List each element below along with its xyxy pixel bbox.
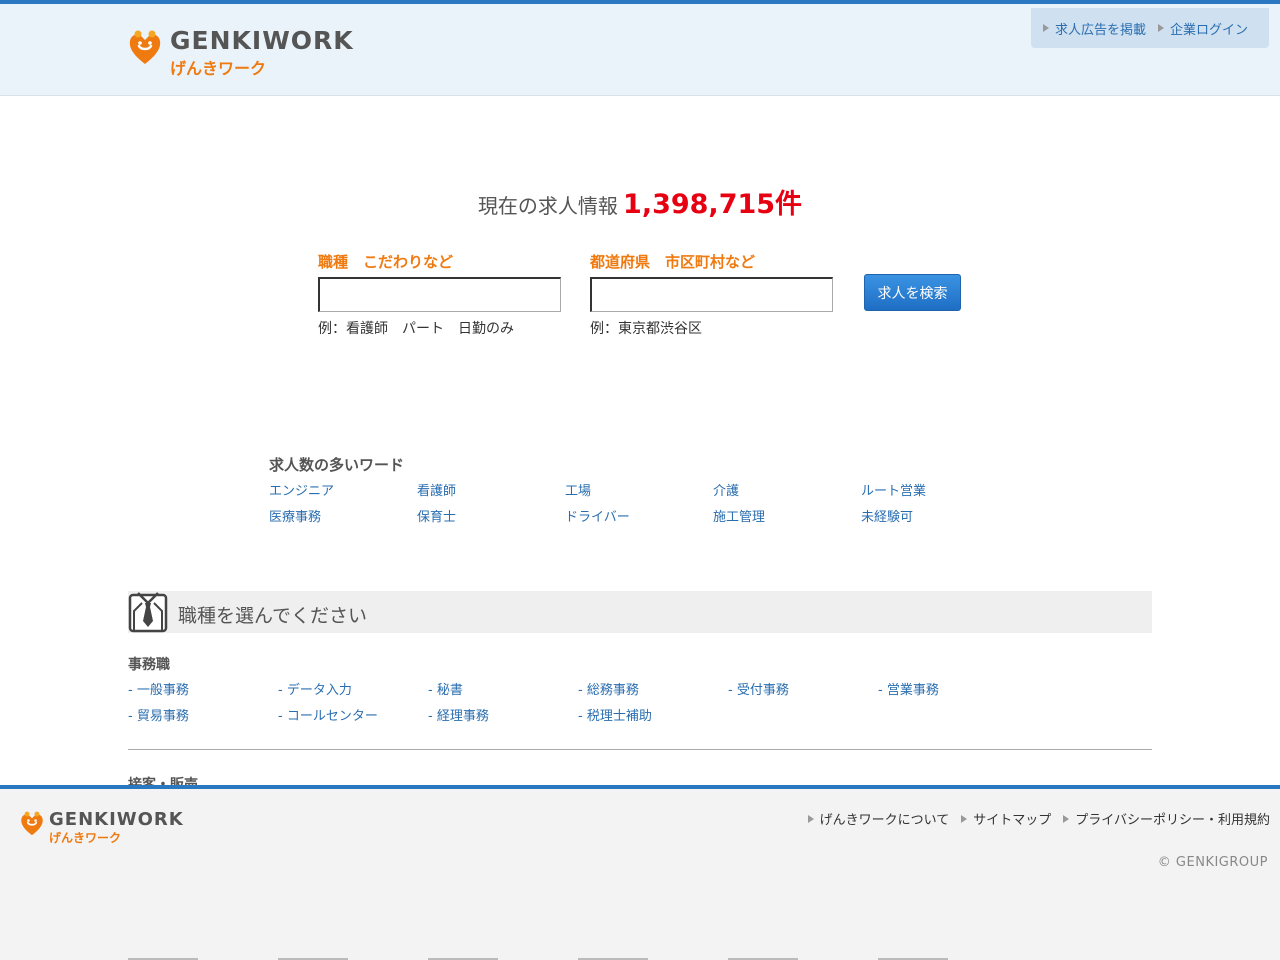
logo-text-en: GENKIWORK [170,26,354,55]
logo-heart-icon [129,30,161,64]
site-footer: GENKIWORK げんきワーク げんきワークについて サイトマップ プライバシ… [0,785,1280,960]
about-label: げんきワークについて [819,813,950,828]
header-links: 求人広告を掲載 企業ログイン [1031,8,1269,48]
copyright-text: © GENKIGROUP [1157,855,1268,870]
job-count-number: 1,398,715件 [623,189,803,220]
site-logo[interactable]: GENKIWORK げんきワーク [128,26,368,78]
section-divider [128,749,1152,750]
privacy-terms-link[interactable]: プライバシーポリシー・利用規約 [1063,809,1270,828]
obscured-content-row [128,954,1028,960]
about-link[interactable]: げんきワークについて [807,809,950,828]
job-type-link[interactable]: - 税理士補助 [578,708,728,726]
triangle-right-icon [1043,24,1049,32]
popular-word-link[interactable]: 医療事務 [269,509,417,527]
job-count-label: 現在の求人情報 [477,194,618,218]
popular-word-link[interactable]: 介護 [713,483,861,501]
job-type-link[interactable]: - 一般事務 [128,682,278,700]
job-keyword-input[interactable] [318,277,561,312]
privacy-terms-label: プライバシーポリシー・利用規約 [1075,813,1270,828]
triangle-right-icon [961,814,968,823]
post-job-ad-label: 求人広告を掲載 [1055,22,1147,38]
job-type-link[interactable]: - 貿易事務 [128,708,278,726]
location-field-hint: 例：東京都渋谷区 [590,321,702,337]
footer-links: げんきワークについて サイトマップ プライバシーポリシー・利用規約 [807,809,1270,828]
job-type-link[interactable]: - コールセンター [278,708,428,726]
job-type-link[interactable]: - 総務事務 [578,682,728,700]
popular-words-title: 求人数の多いワード [269,456,405,474]
popular-word-link[interactable]: 施工管理 [713,509,861,527]
popular-word-link[interactable]: 保育士 [417,509,565,527]
popular-word-link[interactable]: ドライバー [565,509,713,527]
job-type-link[interactable]: - データ入力 [278,682,428,700]
popular-word-link[interactable]: 未経験可 [861,509,1009,527]
popular-word-link[interactable]: ルート営業 [861,483,1009,501]
location-input[interactable] [590,277,833,312]
job-type-link[interactable]: - 受付事務 [728,682,878,700]
company-login-link[interactable]: 企業ログイン [1158,19,1248,38]
triangle-right-icon [1063,814,1070,823]
popular-word-link[interactable]: エンジニア [269,483,417,501]
location-field-label: 都道府県 市区町村など [590,253,756,271]
job-category-header: 職種を選んでください [128,591,1152,633]
logo-text-ja: げんきワーク [170,59,267,78]
job-type-link[interactable]: - 営業事務 [878,682,1028,700]
footer-logo[interactable]: GENKIWORK げんきワーク [20,809,200,845]
suit-tie-icon [128,592,168,633]
logo-heart-icon [21,811,43,836]
category-group-title: 事務職 [128,657,170,673]
job-type-list: - 一般事務 - データ入力 - 秘書 - 総務事務 - 受付事務 - 営業事務… [128,682,1028,726]
job-count: 現在の求人情報 1,398,715件 [0,182,1280,221]
job-field-hint: 例：看護師 パート 日勤のみ [318,321,514,337]
company-login-label: 企業ログイン [1170,22,1249,38]
footer-logo-text-en: GENKIWORK [49,809,184,830]
search-jobs-button[interactable]: 求人を検索 [864,274,961,311]
job-type-link[interactable]: - 秘書 [428,682,578,700]
sitemap-label: サイトマップ [973,813,1052,828]
post-job-ad-link[interactable]: 求人広告を掲載 [1043,19,1146,38]
footer-logo-text-ja: げんきワーク [49,831,122,845]
job-category-title: 職種を選んでください [178,605,368,627]
popular-word-link[interactable]: 工場 [565,483,713,501]
triangle-right-icon [1158,24,1165,32]
job-type-link[interactable]: - 経理事務 [428,708,578,726]
triangle-right-icon [807,814,814,823]
popular-words-list: エンジニア 看護師 工場 介護 ルート営業 医療事務 保育士 ドライバー 施工管… [269,483,969,527]
site-header: GENKIWORK げんきワーク 求人広告を掲載 企業ログイン [0,0,1280,96]
popular-word-link[interactable]: 看護師 [417,483,565,501]
job-field-label: 職種 こだわりなど [318,253,454,271]
sitemap-link[interactable]: サイトマップ [961,809,1051,828]
